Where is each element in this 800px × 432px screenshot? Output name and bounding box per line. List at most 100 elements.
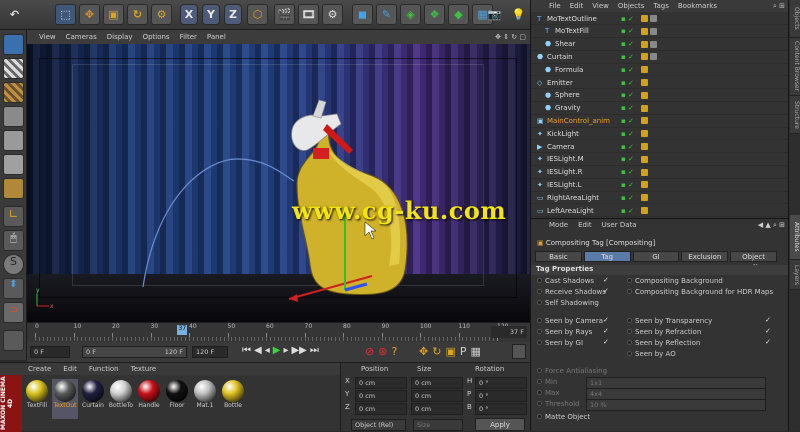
seen-by-param[interactable]: Seen by Transparency ✓ <box>627 317 771 325</box>
seen-by-param[interactable]: Seen by Camera ✓ <box>537 317 609 325</box>
object-row[interactable]: ⬣ Gravity ▪ ✓ <box>531 103 789 115</box>
model-mode-icon[interactable] <box>3 178 24 199</box>
menu-view[interactable]: View <box>39 33 56 41</box>
menu-filter[interactable]: Filter <box>180 33 197 41</box>
param-radio[interactable] <box>537 289 542 294</box>
tag-icon[interactable] <box>641 117 648 125</box>
rotation-field[interactable]: 0 ° <box>475 390 527 402</box>
mat-menu-function[interactable]: Function <box>89 365 119 373</box>
object-row[interactable]: ⬣ Shear ▪ ✓ <box>531 39 789 51</box>
tag-icon[interactable] <box>650 15 657 23</box>
param-radio[interactable] <box>627 318 632 323</box>
pen-icon[interactable]: ✎ <box>376 4 397 25</box>
tag-icon[interactable] <box>641 40 648 48</box>
object-row[interactable]: ▶ Camera ▪ ✓ <box>531 141 789 154</box>
param-radio[interactable] <box>627 351 632 356</box>
vtab-structure[interactable]: Structure <box>790 96 800 134</box>
position-key-icon[interactable]: ✥ <box>419 345 428 358</box>
param-radio[interactable] <box>537 401 542 406</box>
rotate-icon[interactable]: ↻ <box>127 4 148 25</box>
obj-menu-view[interactable]: View <box>592 2 609 10</box>
object-row[interactable]: ▣ MainControl_anim ▪ ✓ <box>531 115 789 128</box>
coordinate-system-icon[interactable]: ⬡ <box>247 4 268 25</box>
seen-by-param[interactable]: Seen by Reflection ✓ <box>627 339 771 347</box>
x-axis-button[interactable]: X <box>180 4 198 25</box>
camera-icon[interactable]: 📷 <box>484 4 505 25</box>
tag-icon[interactable] <box>641 143 648 151</box>
tag-icon[interactable] <box>650 27 657 35</box>
workplane-icon[interactable]: ⬍ <box>3 278 24 299</box>
shadow-param[interactable]: Receive Shadows ✓ <box>537 288 609 296</box>
antialias-value-field[interactable]: 10 % <box>586 399 766 411</box>
antialias-param[interactable]: Threshold <box>537 400 580 408</box>
object-row[interactable]: T MoTextFill ▪ ✓ <box>531 26 789 38</box>
vtab-objects[interactable]: Objects <box>790 0 800 38</box>
material-swatch[interactable]: TextOut <box>52 379 78 419</box>
tag-icon[interactable] <box>641 155 648 163</box>
attr-menu-userdata[interactable]: User Data <box>602 221 637 231</box>
param-radio[interactable] <box>537 368 542 373</box>
visibility-check-icon[interactable]: ▪ ✓ <box>621 15 634 23</box>
object-row[interactable]: ● Sphere ▪ ✓ <box>531 90 789 102</box>
seen-by-param[interactable]: Seen by Rays ✓ <box>537 328 609 336</box>
next-frame-icon[interactable]: ▸ <box>283 345 288 356</box>
material-swatch[interactable]: BottleTo <box>108 379 134 419</box>
obj-search-icon[interactable]: ⌕ ⊞ <box>773 2 785 11</box>
seen-by-param[interactable]: Seen by Refraction ✓ <box>627 328 771 336</box>
visibility-check-icon[interactable]: ▪ ✓ <box>621 168 634 176</box>
deformer-icon[interactable]: ◆ <box>448 4 469 25</box>
tag-icon[interactable] <box>641 27 648 35</box>
checkbox-checked-icon[interactable]: ✓ <box>765 317 771 324</box>
render-view-icon[interactable]: 🎬 <box>274 4 295 25</box>
menu-cameras[interactable]: Cameras <box>66 33 97 41</box>
obj-menu-objects[interactable]: Objects <box>618 2 644 10</box>
apply-button[interactable]: Apply <box>475 418 525 431</box>
material-swatch[interactable]: TextFill <box>24 379 50 419</box>
record-icon[interactable]: ⊘ <box>365 345 374 358</box>
param-radio[interactable] <box>627 329 632 334</box>
end-frame-field[interactable]: 120 F <box>192 346 228 358</box>
seen-by-param[interactable]: Seen by AO <box>627 350 676 358</box>
tag-icon[interactable] <box>641 168 648 176</box>
material-swatch[interactable]: Floor <box>164 379 190 419</box>
param-radio[interactable] <box>627 289 632 294</box>
make-editable-icon[interactable] <box>3 34 24 55</box>
scale-key-icon[interactable]: ▣ <box>445 345 455 358</box>
antialias-param[interactable]: Min <box>537 378 557 386</box>
checkbox-checked-icon[interactable]: ✓ <box>765 339 771 346</box>
vtab-layers[interactable]: Layers <box>790 260 800 290</box>
param-radio[interactable] <box>627 278 632 283</box>
visibility-check-icon[interactable]: ▪ ✓ <box>621 53 634 61</box>
visibility-check-icon[interactable]: ▪ ✓ <box>621 79 634 87</box>
attr-tab[interactable]: Exclusion <box>681 251 729 262</box>
attr-nav-icons[interactable]: ◀ ▲ ⌕ ⊞ <box>758 221 785 230</box>
goto-end-icon[interactable]: ⏭ <box>310 345 319 356</box>
vtab-attributes[interactable]: Attributes <box>790 215 800 260</box>
attr-menu-edit[interactable]: Edit <box>578 221 592 231</box>
visibility-check-icon[interactable]: ▪ ✓ <box>621 181 634 189</box>
lock-icon[interactable] <box>3 330 24 351</box>
texture-icon[interactable] <box>3 58 24 79</box>
size-field[interactable]: 0 cm <box>411 377 463 389</box>
current-frame-field[interactable]: 37 F <box>491 326 527 338</box>
object-row[interactable]: T MoTextOutline ▪ ✓ <box>531 13 789 26</box>
render-picture-viewer-icon[interactable]: 🎞 <box>298 4 319 25</box>
visibility-check-icon[interactable]: ▪ ✓ <box>621 40 634 48</box>
rotation-field[interactable]: 0 ° <box>475 377 527 389</box>
antialias-param[interactable]: Force Antialiasing <box>537 367 607 375</box>
prev-key-icon[interactable]: ◀ <box>254 345 262 356</box>
menu-panel[interactable]: Panel <box>207 33 226 41</box>
tag-icon[interactable] <box>641 79 648 87</box>
visibility-check-icon[interactable]: ▪ ✓ <box>621 104 634 112</box>
object-row[interactable]: ✦ IESLight.R ▪ ✓ <box>531 167 789 179</box>
position-field[interactable]: 0 cm <box>355 390 407 402</box>
object-row[interactable]: ▭ LeftAreaLight ▪ ✓ <box>531 205 789 218</box>
checkbox-checked-icon[interactable]: ✓ <box>603 288 609 295</box>
tag-icon[interactable] <box>641 207 648 215</box>
last-tool-icon[interactable]: ⚙ <box>151 4 172 25</box>
z-axis-button[interactable]: Z <box>224 4 242 25</box>
position-field[interactable]: 0 cm <box>355 377 407 389</box>
visibility-check-icon[interactable]: ▪ ✓ <box>621 130 634 138</box>
shadow-param[interactable]: Self Shadowing <box>537 299 599 307</box>
mat-menu-create[interactable]: Create <box>28 365 51 373</box>
